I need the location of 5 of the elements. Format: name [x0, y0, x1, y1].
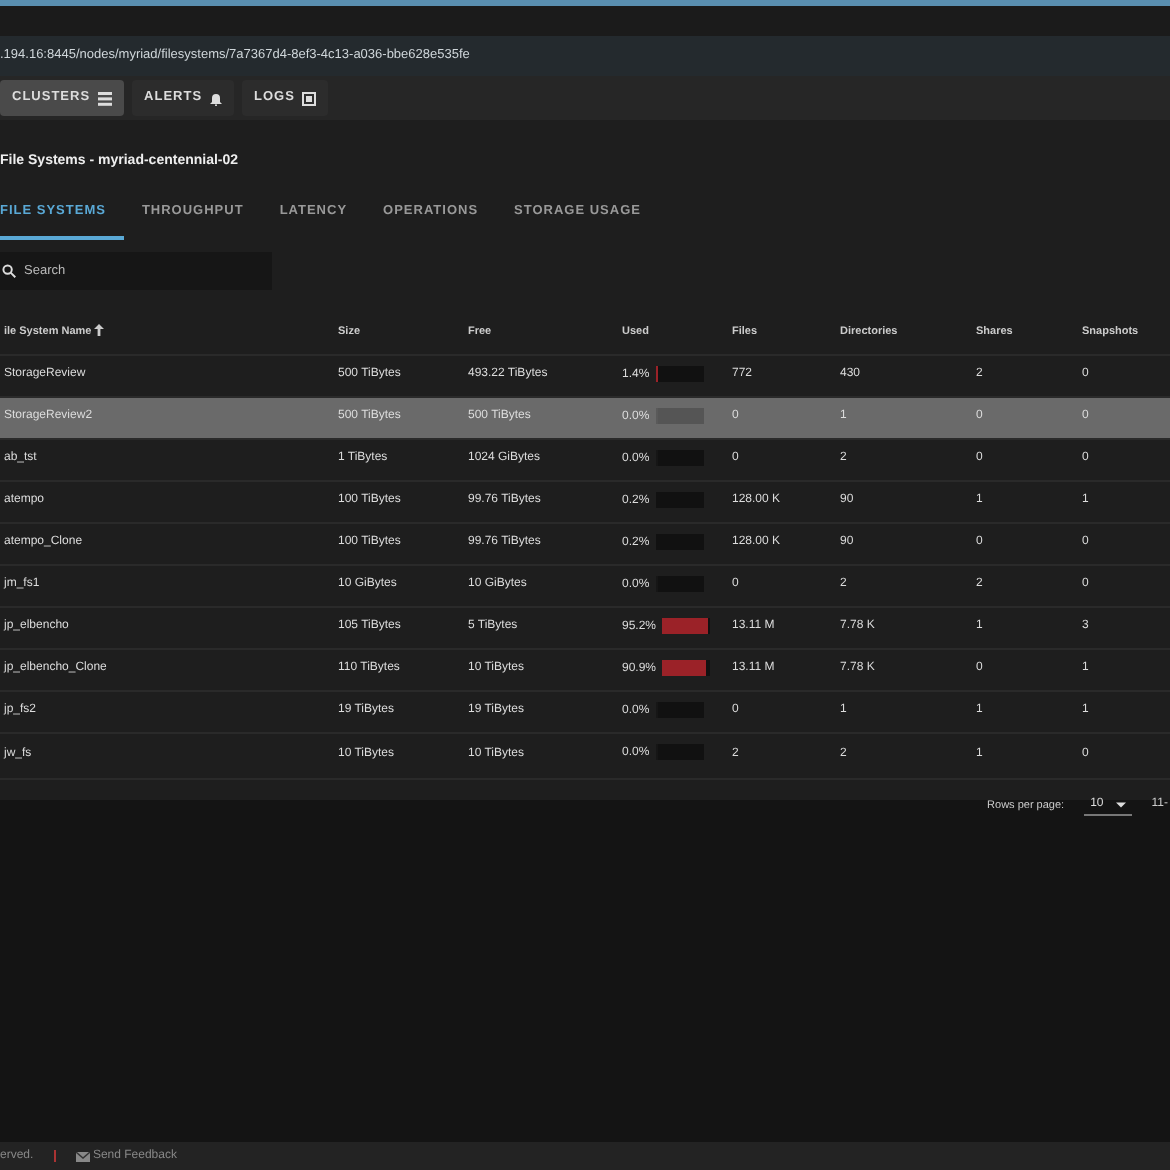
bell-icon: [210, 91, 223, 105]
list-icon: [98, 91, 113, 105]
document-icon: [302, 91, 317, 105]
mail-icon: [75, 1151, 90, 1161]
sort-arrow-icon: [94, 324, 105, 337]
